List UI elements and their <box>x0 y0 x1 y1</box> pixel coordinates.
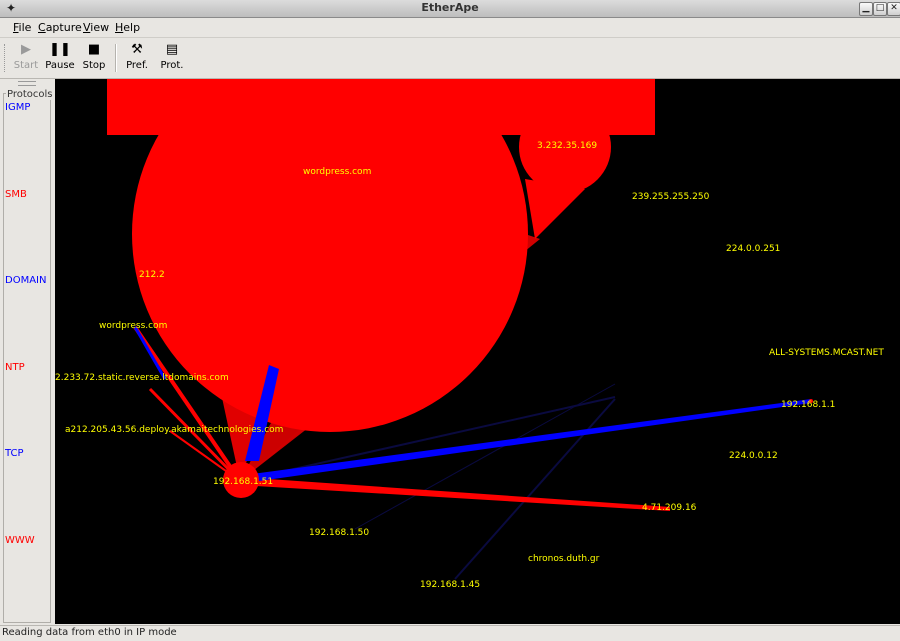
window-title: EtherApe <box>421 1 479 14</box>
menu-capture[interactable]: Capture <box>38 21 82 34</box>
label-all-systems-mcast: ALL-SYSTEMS.MCAST.NET <box>769 348 884 358</box>
label-212-2: 212.2 <box>139 270 165 280</box>
protocol-www[interactable]: WWW <box>5 535 35 546</box>
pause-button[interactable]: ❚❚ Pause <box>43 42 77 74</box>
preferences-button[interactable]: ⚒ Pref. <box>120 42 154 74</box>
label-akamai: a212.205.43.56.deploy.akamaitechnologies… <box>65 425 283 435</box>
label-chronos: chronos.duth.gr <box>528 554 600 564</box>
menu-file[interactable]: File <box>13 21 31 34</box>
toolbar-separator <box>115 44 117 72</box>
play-icon: ▶ <box>21 42 31 57</box>
status-text: Reading data from eth0 in IP mode <box>2 627 177 638</box>
network-diagram-canvas[interactable]: wordpress.com 3.232.35.169 239.255.255.2… <box>55 79 900 624</box>
label-3-232-35-169: 3.232.35.169 <box>537 141 597 151</box>
protocol-smb[interactable]: SMB <box>5 189 27 200</box>
link-4-71-209-16 <box>240 477 670 511</box>
stop-icon: ■ <box>87 42 101 57</box>
menu-help[interactable]: Help <box>115 21 140 34</box>
label-4-71-209-16: 4.71.209.16 <box>642 503 697 513</box>
label-239-255-255-250: 239.255.255.250 <box>632 192 710 202</box>
protocols-icon: ▤ <box>165 42 179 57</box>
label-192-168-1-45: 192.168.1.45 <box>420 580 480 590</box>
label-ltdomains: 2.233.72.static.reverse.ltdomains.com <box>55 373 229 383</box>
toolbar-grip[interactable] <box>4 44 8 72</box>
label-224-0-0-12: 224.0.0.12 <box>729 451 778 461</box>
label-wordpress-small: wordpress.com <box>99 321 167 331</box>
toolbar: ▶ Start ❚❚ Pause ■ Stop ⚒ Pref. ▤ Prot. <box>0 38 900 79</box>
title-bar: ✦ EtherApe ▁ □ ✕ <box>0 0 900 18</box>
stop-button[interactable]: ■ Stop <box>77 42 111 74</box>
protocols-sidebar: Protocols IGMP SMB DOMAIN NTP TCP WWW <box>0 79 54 624</box>
protocols-button[interactable]: ▤ Prot. <box>155 42 189 74</box>
maximize-button[interactable]: □ <box>873 2 887 16</box>
node-shape-link <box>525 179 585 239</box>
start-button[interactable]: ▶ Start <box>9 42 43 74</box>
pause-icon: ❚❚ <box>49 42 71 57</box>
menu-bar: File Capture View Help <box>0 18 900 38</box>
label-192-168-1-1: 192.168.1.1 <box>781 400 835 410</box>
label-224-0-0-251: 224.0.0.251 <box>726 244 780 254</box>
close-button[interactable]: ✕ <box>887 2 900 16</box>
label-wordpress-big: wordpress.com <box>303 167 371 177</box>
tools-icon: ⚒ <box>131 42 143 57</box>
protocol-domain[interactable]: DOMAIN <box>5 275 46 286</box>
protocol-ntp[interactable]: NTP <box>5 362 25 373</box>
sidebar-drag-handle[interactable] <box>18 81 36 86</box>
protocol-tcp[interactable]: TCP <box>5 448 24 459</box>
link-faint-2 <box>454 398 616 580</box>
label-192-168-1-50: 192.168.1.50 <box>309 528 369 538</box>
status-bar: Reading data from eth0 in IP mode <box>0 625 900 641</box>
label-192-168-1-51: 192.168.1.51 <box>213 477 273 487</box>
protocols-title: Protocols <box>6 89 54 100</box>
menu-view[interactable]: View <box>83 21 109 34</box>
protocol-igmp[interactable]: IGMP <box>5 102 30 113</box>
minimize-button[interactable]: ▁ <box>859 2 873 16</box>
